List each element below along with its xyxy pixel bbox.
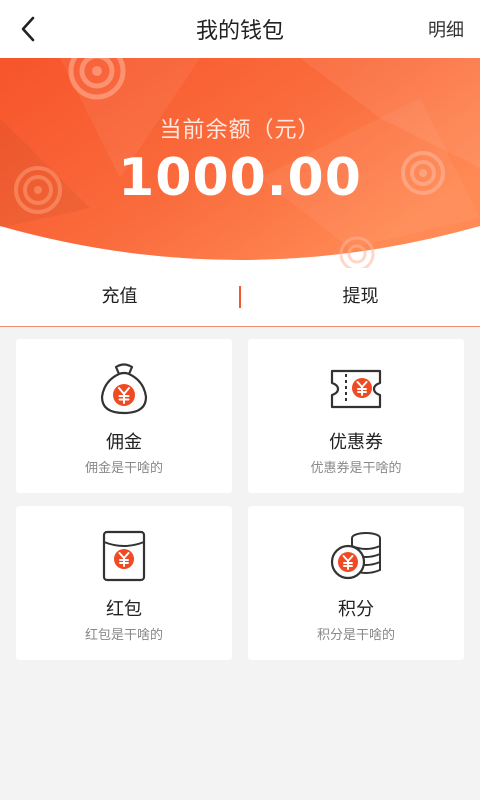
detail-button[interactable]: 明细 — [428, 0, 464, 58]
card-points[interactable]: 积分 积分是干啥的 — [248, 506, 464, 660]
card-desc: 红包是干啥的 — [84, 628, 163, 643]
card-red-envelope[interactable]: 红包 红包是干啥的 — [16, 506, 232, 660]
balance-banner: 当前余额（元） 1000.00 — [0, 58, 480, 268]
money-bag-icon — [100, 363, 148, 415]
balance-label: 当前余额（元） — [159, 118, 321, 143]
chevron-left-icon — [21, 16, 35, 42]
red-envelope-icon — [102, 530, 146, 582]
wallet-page: 我的钱包 明细 当前余额（元） 1000.00 充值 提现 佣金 佣金是干啥的 … — [0, 0, 480, 800]
back-button[interactable] — [6, 7, 50, 51]
card-title: 优惠券 — [329, 432, 383, 453]
app-header: 我的钱包 明细 — [0, 0, 480, 58]
card-title: 佣金 — [106, 432, 142, 453]
card-desc: 积分是干啥的 — [316, 628, 395, 643]
recharge-button[interactable]: 充值 — [0, 268, 239, 326]
card-title: 红包 — [106, 599, 142, 620]
action-bar: 充值 提现 — [0, 268, 480, 327]
balance-amount: 1000.00 — [118, 148, 362, 208]
card-title: 积分 — [338, 599, 374, 620]
card-commission[interactable]: 佣金 佣金是干啥的 — [16, 339, 232, 493]
card-desc: 优惠券是干啥的 — [310, 461, 402, 476]
coins-icon — [330, 532, 381, 580]
withdraw-button[interactable]: 提现 — [241, 268, 480, 326]
card-coupon[interactable]: 优惠券 优惠券是干啥的 — [248, 339, 464, 493]
card-desc: 佣金是干啥的 — [84, 461, 163, 476]
coupon-icon — [330, 369, 382, 409]
page-title: 我的钱包 — [195, 19, 284, 44]
